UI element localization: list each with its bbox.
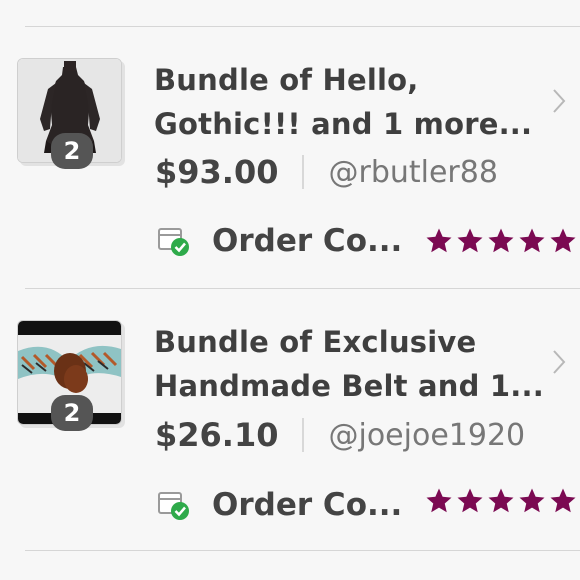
package-check-icon	[158, 228, 189, 256]
order-title[interactable]: Bundle of Exclusive Handmade Belt and 1.…	[154, 320, 544, 408]
star-icon	[550, 488, 576, 513]
star-icon	[550, 228, 576, 253]
order-price: $93.00	[155, 153, 279, 191]
seller-username[interactable]: @rbutler88	[328, 155, 497, 190]
separator	[302, 155, 305, 189]
star-icon	[488, 488, 514, 513]
star-icon	[426, 228, 452, 253]
order-title-line2: Gothic!!! and 1 more...	[154, 107, 533, 141]
price-line: $93.00 @rbutler88	[155, 152, 498, 192]
row-divider	[25, 550, 580, 551]
rating-stars	[424, 226, 578, 256]
star-icon	[519, 228, 545, 253]
status-line: Order Co...	[156, 484, 402, 526]
chevron-right-icon[interactable]	[552, 88, 566, 114]
star-icon	[488, 228, 514, 253]
order-row[interactable]: 2 Bundle of Exclusive Handmade Belt and …	[0, 289, 580, 551]
separator	[302, 418, 305, 452]
order-price: $26.10	[155, 416, 279, 454]
status-line: Order Co...	[156, 220, 402, 262]
seller-username[interactable]: @joejoe1920	[328, 418, 525, 453]
order-title-line1: Bundle of Exclusive	[154, 325, 477, 359]
item-count-badge: 2	[51, 133, 93, 169]
item-thumbnail[interactable]: 2	[17, 58, 122, 169]
item-count-badge: 2	[51, 395, 93, 431]
package-check-icon	[158, 492, 189, 520]
price-line: $26.10 @joejoe1920	[155, 415, 525, 455]
order-title-line2: Handmade Belt and 1...	[154, 369, 544, 403]
order-title[interactable]: Bundle of Hello, Gothic!!! and 1 more...	[154, 58, 544, 146]
chevron-right-icon[interactable]	[552, 349, 566, 375]
star-icon	[519, 488, 545, 513]
star-icon	[457, 228, 483, 253]
order-status: Order Co...	[212, 487, 403, 523]
order-title-line1: Bundle of Hello,	[154, 63, 419, 97]
rating-stars	[424, 486, 578, 516]
item-thumbnail[interactable]: 2	[17, 320, 122, 431]
star-icon	[457, 488, 483, 513]
order-status: Order Co...	[212, 223, 403, 259]
order-row[interactable]: 2 Bundle of Hello, Gothic!!! and 1 more.…	[0, 27, 580, 289]
star-icon	[426, 488, 452, 513]
